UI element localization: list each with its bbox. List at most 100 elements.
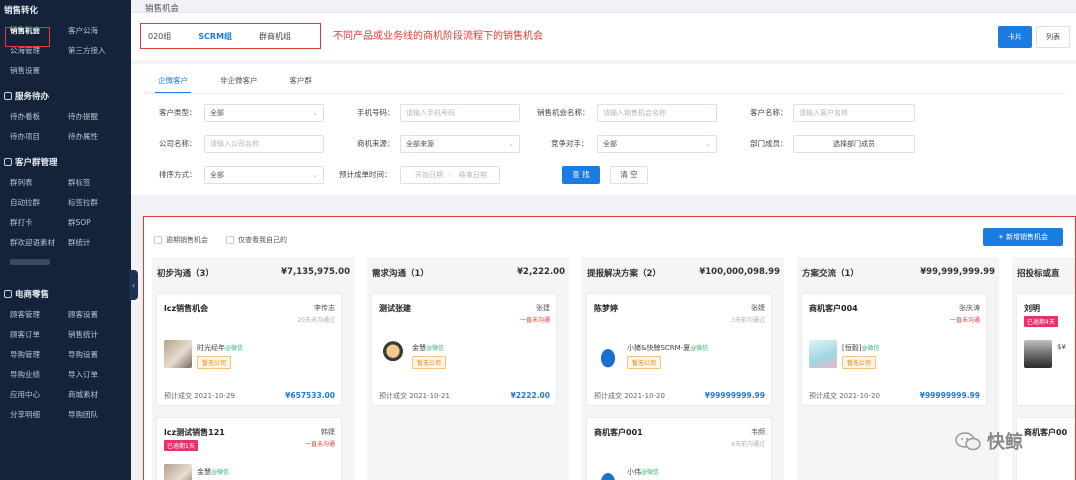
contact-avatar bbox=[594, 340, 622, 368]
competitor-select[interactable]: 全部 ⌄ bbox=[597, 135, 717, 153]
chevron-down-icon: ⌄ bbox=[508, 140, 514, 148]
sidebar-item-tag-group[interactable]: 标签拉群 bbox=[58, 197, 116, 208]
sidebar-item-sales-settings[interactable]: 销售设置 bbox=[0, 65, 58, 76]
sidebar-item-blurred bbox=[10, 259, 50, 265]
group-tab-020[interactable]: 020组 bbox=[148, 31, 171, 42]
sidebar-item-customer-management[interactable]: 顾客管理 bbox=[0, 309, 58, 320]
kanban-column: 需求沟通（1） ¥2,222.00 测试张建 张建 一直未沟通 金慧@微信 暂无公司 预计成交… bbox=[367, 257, 569, 480]
opportunity-card[interactable]: lcz销售机会 李传志 20天未沟通过 时光经年@微信 暂无公司 预计成交 2021-10… bbox=[156, 293, 342, 406]
sidebar-collapse-toggle[interactable]: ‹ bbox=[129, 270, 138, 300]
column-total-amount: ¥2,222.00 bbox=[517, 267, 565, 277]
phone-label: 手机号码： bbox=[357, 108, 395, 117]
sidebar-item-group-sop[interactable]: 群SOP bbox=[58, 217, 116, 228]
group-annotation: 不同产品或业务线的商机阶段流程下的销售机会 bbox=[333, 31, 543, 42]
group-tab-scrm[interactable]: SCRM组 bbox=[198, 31, 232, 42]
opportunity-card[interactable]: lcz测试销售121 韩婕 一直未沟通 已逾期1天 金慧@微信 bbox=[156, 417, 342, 480]
mine-only-checkbox[interactable]: 仅查看我自己的 bbox=[226, 235, 287, 245]
close-time-range[interactable]: 开始日期 - 结束日期 bbox=[400, 166, 500, 184]
sidebar-item-group-checkin[interactable]: 群打卡 bbox=[0, 217, 58, 228]
sidebar-item-import-orders[interactable]: 导入订单 bbox=[58, 369, 116, 380]
opportunity-card[interactable]: 测试张建 张建 一直未沟通 金慧@微信 暂无公司 预计成交 2021-10-21 ¥2222… bbox=[371, 293, 557, 406]
card-view-button[interactable]: 卡片 bbox=[998, 26, 1032, 48]
sidebar-item-sales-stats[interactable]: 销售统计 bbox=[58, 329, 116, 340]
department-member-select[interactable]: 选择部门成员 bbox=[793, 135, 915, 153]
sidebar-item-group-list[interactable]: 群列表 bbox=[0, 177, 58, 188]
source-select[interactable]: 全部来源 ⌄ bbox=[400, 135, 520, 153]
group-icon bbox=[4, 158, 12, 166]
sidebar-item-app-center[interactable]: 应用中心 bbox=[0, 389, 58, 400]
filter-tabs: 企微客户 非企微客户 客户群 bbox=[155, 73, 341, 93]
sidebar-item-auto-group[interactable]: 自动拉群 bbox=[0, 197, 58, 208]
checkbox-icon bbox=[226, 236, 234, 244]
list-view-button[interactable]: 列表 bbox=[1036, 26, 1070, 48]
contact-name-text: 金慧 bbox=[412, 344, 426, 352]
add-opportunity-button[interactable]: + 新增销售机会 bbox=[983, 228, 1063, 246]
sidebar-item-third-party[interactable]: 第三方接入 bbox=[58, 45, 116, 56]
card-owner: 张庆涛 bbox=[959, 304, 980, 312]
opportunity-name-input[interactable]: 请输入销售机会名称 bbox=[597, 104, 717, 122]
company-tag: 暂无公司 bbox=[842, 356, 877, 369]
sidebar-item-group-stats[interactable]: 群统计 bbox=[58, 237, 116, 248]
sidebar-item-mall-materials[interactable]: 商城素材 bbox=[58, 389, 116, 400]
active-item-highlight bbox=[5, 27, 50, 47]
expected-close-date: 预计成交 2021-10-20 bbox=[594, 392, 665, 400]
customer-type-label: 客户类型： bbox=[159, 108, 197, 117]
card-owner: 张建 bbox=[536, 304, 550, 312]
sidebar-item-group-welcome[interactable]: 群欢迎语素材 bbox=[0, 237, 58, 248]
customer-type-select[interactable]: 全部 ⌄ bbox=[204, 104, 324, 122]
watermark-text: 快鲸 bbox=[987, 432, 1023, 453]
sidebar-item-share-details[interactable]: 分享明细 bbox=[0, 409, 58, 420]
chevron-down-icon: ⌄ bbox=[705, 140, 711, 148]
company-name-input[interactable]: 请输入公司名称 bbox=[204, 135, 324, 153]
sidebar-item-guide-performance[interactable]: 导购业绩 bbox=[0, 369, 58, 380]
wechat-tag: @微信 bbox=[641, 469, 660, 476]
sidebar-item-guide-management[interactable]: 导购管理 bbox=[0, 349, 58, 360]
search-button[interactable]: 查 找 bbox=[562, 166, 600, 184]
tab-customer-groups[interactable]: 客户群 bbox=[287, 73, 316, 93]
card-contact-status: 20天未沟通过 bbox=[297, 317, 335, 324]
sidebar-item-guide-settings[interactable]: 导购设置 bbox=[58, 349, 116, 360]
sidebar-section-sales[interactable]: 销售转化 bbox=[0, 0, 131, 20]
contact-avatar bbox=[594, 464, 622, 480]
sidebar-item-todo-attribute[interactable]: 待办属性 bbox=[58, 131, 116, 142]
sidebar-item-customer-pool[interactable]: 客户公海 bbox=[58, 25, 116, 36]
phone-input[interactable]: 请输入手机号码 bbox=[400, 104, 520, 122]
opportunity-card[interactable]: 刘明 已逾期4天 $¥ bbox=[1016, 293, 1075, 406]
sidebar-item-customer-settings[interactable]: 顾客设置 bbox=[58, 309, 116, 320]
tab-non-wecom-customers[interactable]: 非企微客户 bbox=[217, 73, 261, 93]
opportunity-kanban: 逾期销售机会 仅查看我自己的 + 新增销售机会 初步沟通（3） ¥7,135,97… bbox=[143, 216, 1076, 480]
company-tag: 暂无公司 bbox=[627, 356, 662, 369]
tab-wecom-customers[interactable]: 企微客户 bbox=[155, 73, 191, 93]
column-header: 需求沟通（1） ¥2,222.00 bbox=[367, 257, 569, 285]
overdue-checkbox[interactable]: 逾期销售机会 bbox=[154, 235, 208, 245]
card-title: 测试张建 bbox=[379, 304, 411, 313]
close-time-label: 预计成单时间： bbox=[339, 170, 392, 179]
sidebar-section-groups[interactable]: 客户群管理 bbox=[0, 152, 131, 172]
column-total-amount: ¥100,000,098.99 bbox=[699, 267, 780, 277]
opportunity-card[interactable]: 陈梦婷 张婕 3天前沟通过 小猪&快鲸SCRM-夏@微信 暂无公司 预计成交 2021-1… bbox=[586, 293, 772, 406]
sidebar-section-retail[interactable]: 电商零售 bbox=[0, 284, 131, 304]
group-bar: 020组 SCRM组 群商机组 不同产品或业务线的商机阶段流程下的销售机会 卡片… bbox=[131, 13, 1076, 60]
group-tabs: 020组 SCRM组 群商机组 bbox=[140, 23, 321, 49]
opportunity-card[interactable]: 商机客户00 bbox=[1016, 417, 1075, 480]
card-title: 刘明 bbox=[1024, 304, 1040, 313]
sidebar-item-customer-orders[interactable]: 顾客订单 bbox=[0, 329, 58, 340]
opportunity-card[interactable]: 商机客户001 韦频 4天前沟通过 小伟@微信 bbox=[586, 417, 772, 480]
sidebar-item-todo-reminder[interactable]: 待办提醒 bbox=[58, 111, 116, 122]
clear-button[interactable]: 清 空 bbox=[610, 166, 648, 184]
sidebar-item-todo-board[interactable]: 待办看板 bbox=[0, 111, 58, 122]
kanban-column: 初步沟通（3） ¥7,135,975.00 lcz销售机会 李传志 20天未沟通过 时光经… bbox=[152, 257, 354, 480]
sidebar-item-guide-team[interactable]: 导购团队 bbox=[58, 409, 116, 420]
card-title: lcz销售机会 bbox=[164, 304, 209, 313]
sort-select[interactable]: 全部 ⌄ bbox=[204, 166, 324, 184]
customer-name-input[interactable]: 请输入客户名称 bbox=[793, 104, 915, 122]
card-owner: 韩婕 bbox=[321, 428, 335, 436]
company-tag: 暂无公司 bbox=[197, 356, 232, 369]
opportunity-card[interactable]: 商机客户004 张庆涛 一直未沟通 [恒毅]@微信 暂无公司 预计成交 2021-10-2… bbox=[801, 293, 987, 406]
sidebar-item-group-tags[interactable]: 群标签 bbox=[58, 177, 116, 188]
sidebar-item-todo-project[interactable]: 待办项目 bbox=[0, 131, 58, 142]
contact-name-text: 小伟 bbox=[627, 468, 641, 476]
contact-name: 时光经年@微信 bbox=[197, 343, 243, 353]
group-tab-group-opportunity[interactable]: 群商机组 bbox=[259, 31, 291, 42]
sidebar-section-todo[interactable]: 服务待办 bbox=[0, 86, 131, 106]
